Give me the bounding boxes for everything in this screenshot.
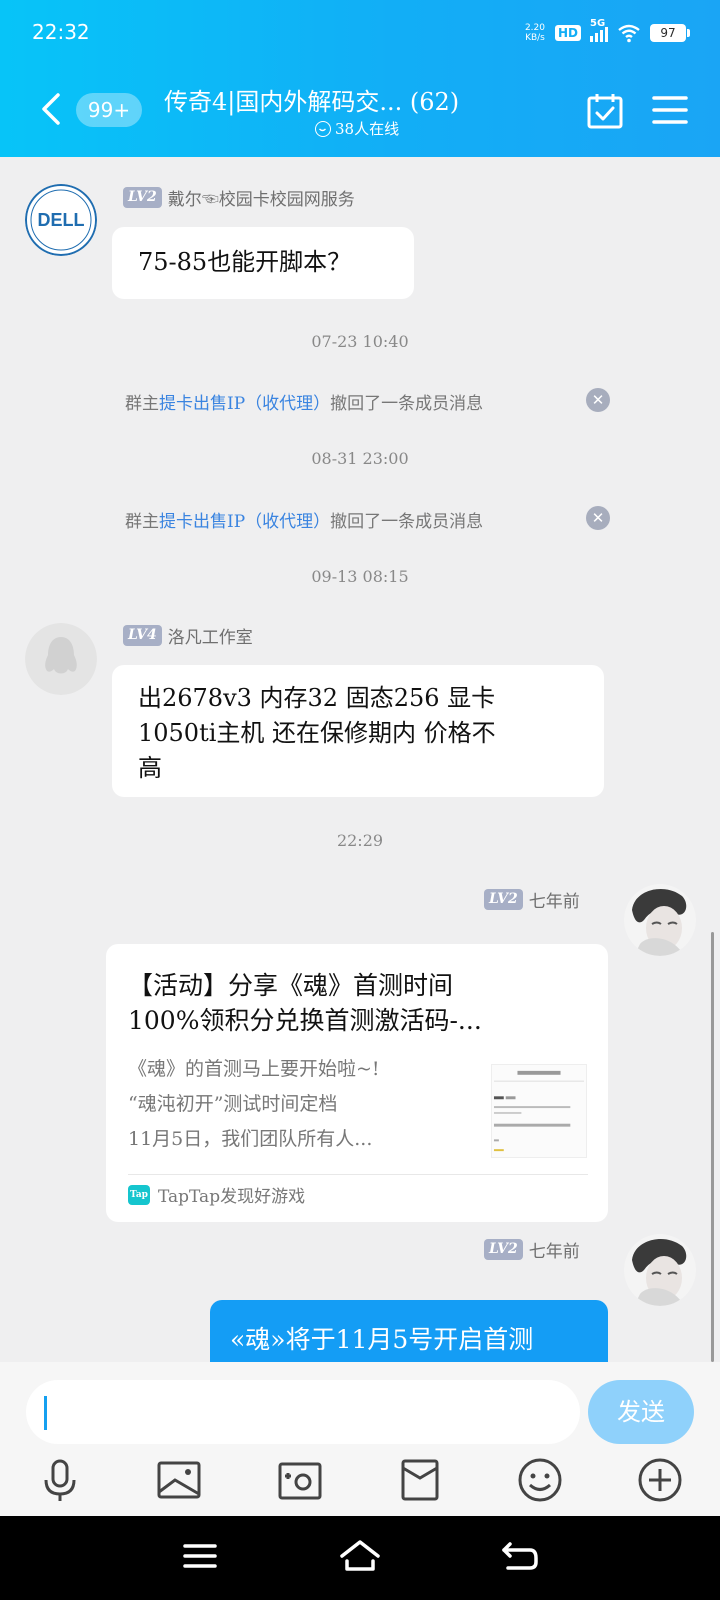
text-cursor <box>44 1396 47 1430</box>
level-badge: LV2 <box>484 889 523 910</box>
back-nav-icon[interactable] <box>498 1534 542 1578</box>
card-divider <box>128 1174 588 1175</box>
sender-line: LV2 七年前 <box>484 887 580 912</box>
close-icon[interactable]: ✕ <box>586 506 610 530</box>
level-badge: LV2 <box>484 1239 523 1260</box>
sender-name[interactable]: 洛凡工作室 <box>168 628 253 648</box>
timestamp: 22:29 <box>336 831 384 850</box>
svg-text:DELL: DELL <box>38 210 85 230</box>
sender-name[interactable]: 七年前 <box>529 892 580 912</box>
message-input[interactable] <box>26 1380 580 1444</box>
default-penguin-avatar[interactable] <box>25 623 97 695</box>
menu-icon[interactable] <box>652 94 688 126</box>
admin-link[interactable]: 提卡出售IP（收代理） <box>159 394 330 414</box>
hd-icon: HD <box>554 25 581 41</box>
group-title[interactable]: 传奇4|国内外解码交... (62) <box>164 82 524 117</box>
card-source[interactable]: Tap TapTap发现好游戏 <box>128 1182 305 1207</box>
system-nav-bar <box>0 1516 720 1600</box>
timestamp: 08-31 23:00 <box>311 449 409 468</box>
input-bar: 发送 <box>0 1362 720 1516</box>
sender-line: LV4 洛凡工作室 <box>123 623 253 648</box>
my-message-bubble[interactable]: «魂»将于11月5号开启首测 <box>210 1300 608 1362</box>
unread-badge[interactable]: 99+ <box>76 93 142 127</box>
dell-avatar[interactable]: DELL <box>25 184 97 256</box>
online-count[interactable]: 38人在线 <box>315 118 399 139</box>
calendar-check-icon[interactable] <box>586 92 624 130</box>
network-speed: 2.20 KB/s <box>524 23 545 43</box>
level-badge: LV4 <box>123 625 162 646</box>
image-icon[interactable] <box>155 1456 203 1504</box>
status-icons: 2.20 KB/s HD 5G 97 <box>524 18 690 46</box>
sender-name[interactable]: 七年前 <box>529 1242 580 1262</box>
sender-line: LV2 戴尔☜校园卡校园网服务 <box>123 185 355 210</box>
plus-icon[interactable] <box>636 1456 684 1504</box>
recall-notice: 群主提卡出售IP（收代理）撤回了一条成员消息 <box>125 394 484 414</box>
back-icon[interactable] <box>36 92 66 126</box>
card-thumbnail <box>491 1064 587 1158</box>
emoji-icon[interactable] <box>516 1456 564 1504</box>
battery-icon: 97 <box>650 24 690 42</box>
level-badge: LV2 <box>123 187 162 208</box>
message-bubble[interactable]: 75-85也能开脚本？ <box>112 227 414 299</box>
user-avatar[interactable] <box>624 1234 696 1306</box>
timestamp: 09-13 08:15 <box>311 567 409 586</box>
online-smile-icon <box>315 120 331 137</box>
home-icon[interactable] <box>338 1534 382 1578</box>
sender-line: LV2 七年前 <box>484 1237 580 1262</box>
message-list[interactable]: DELL LV2 戴尔☜校园卡校园网服务 75-85也能开脚本？ 07-23 10… <box>0 157 720 1362</box>
card-description: 《魂》的首测马上要开始啦~! “魂沌初开”测试时间定档 11月5日，我们团队所有… <box>128 1058 380 1150</box>
send-button[interactable]: 发送 <box>588 1380 694 1444</box>
wifi-icon <box>618 24 640 43</box>
red-packet-icon[interactable] <box>396 1456 444 1504</box>
chat-header: 22:32 2.20 KB/s HD 5G 97 99+ 传奇4|国内外解码交.… <box>0 0 720 157</box>
recall-notice: 群主提卡出售IP（收代理）撤回了一条成员消息 <box>125 512 484 532</box>
close-icon[interactable]: ✕ <box>586 388 610 412</box>
status-time: 22:32 <box>32 20 90 44</box>
user-avatar[interactable] <box>624 884 696 956</box>
recent-apps-icon[interactable] <box>178 1534 222 1578</box>
message-bubble[interactable]: 出2678v3 内存32 固态256 显卡 1050ti主机 还在保修期内 价格… <box>112 665 604 797</box>
link-card[interactable]: 【活动】分享《魂》首测时间 100%领积分兑换首测激活码-... 《魂》的首测马… <box>106 944 608 1222</box>
camera-icon[interactable] <box>276 1456 324 1504</box>
signal-icon: 5G <box>590 18 608 42</box>
microphone-icon[interactable] <box>36 1456 84 1504</box>
sender-name[interactable]: 戴尔☜校园卡校园网服务 <box>168 190 355 210</box>
taptap-logo-icon: Tap <box>128 1184 150 1205</box>
scrollbar[interactable] <box>711 932 714 1362</box>
card-title: 【活动】分享《魂》首测时间 100%领积分兑换首测激活码-... <box>128 971 482 1035</box>
timestamp: 07-23 10:40 <box>311 332 409 351</box>
admin-link[interactable]: 提卡出售IP（收代理） <box>159 512 330 532</box>
